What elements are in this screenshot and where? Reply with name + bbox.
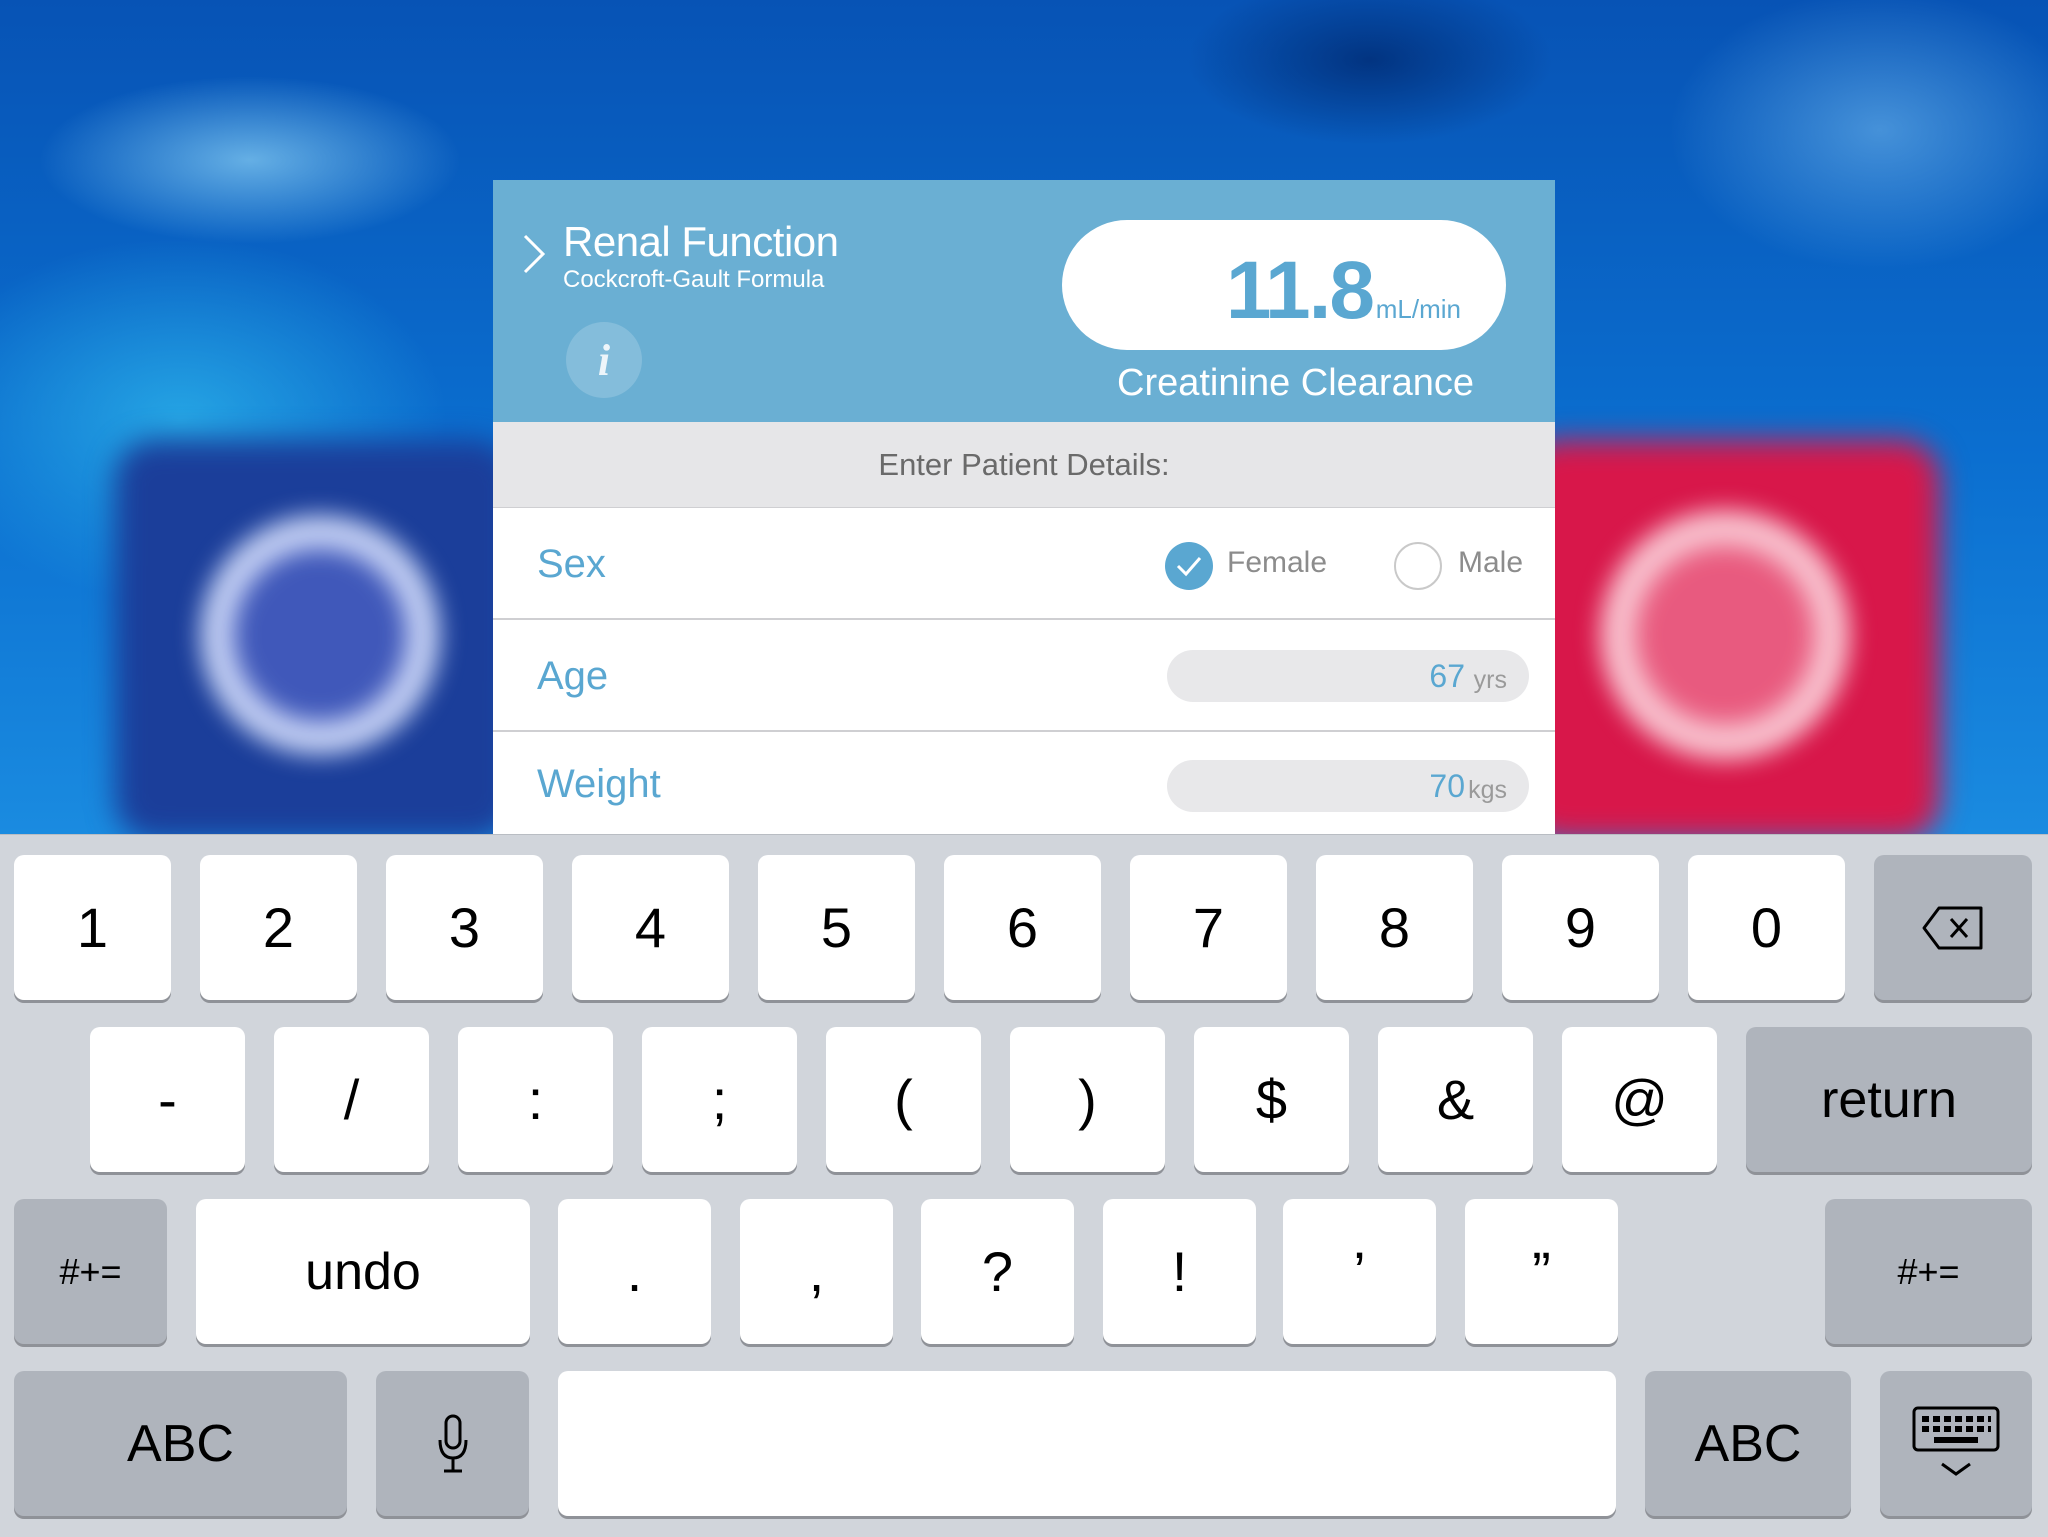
key-slash[interactable]: / (274, 1027, 429, 1172)
key-7[interactable]: 7 (1130, 855, 1287, 1000)
blurred-app-icon-right (1600, 510, 1850, 760)
age-unit: yrs (1473, 666, 1507, 694)
key-8[interactable]: 8 (1316, 855, 1473, 1000)
sex-row: Sex Female Male (493, 508, 1555, 620)
dictation-key[interactable] (376, 1371, 529, 1516)
keyboard: 1 2 3 4 5 6 7 8 9 0 - / : ; ( ) $ & @ re… (0, 834, 2048, 1537)
shift-symbols-key-right[interactable]: #+= (1825, 1199, 2032, 1344)
male-radio[interactable] (1394, 542, 1442, 590)
key-2[interactable]: 2 (200, 855, 357, 1000)
backspace-key[interactable] (1874, 855, 2032, 1000)
female-radio[interactable] (1165, 542, 1213, 590)
key-close-paren[interactable]: ) (1010, 1027, 1165, 1172)
keyboard-dismiss-key[interactable] (1880, 1371, 2032, 1516)
chevron-right-icon[interactable] (521, 232, 547, 276)
key-3[interactable]: 3 (386, 855, 543, 1000)
age-row: Age 67 yrs (493, 620, 1555, 732)
key-4[interactable]: 4 (572, 855, 729, 1000)
female-option-label[interactable]: Female (1227, 546, 1327, 580)
weight-unit: kgs (1468, 776, 1507, 804)
section-header: Enter Patient Details: (493, 422, 1555, 508)
abc-key-right[interactable]: ABC (1645, 1371, 1851, 1516)
age-input[interactable]: 67 yrs (1167, 650, 1529, 702)
key-comma[interactable]: , (740, 1199, 893, 1344)
keyboard-dismiss-icon (1912, 1406, 2000, 1476)
info-icon: i (597, 335, 611, 385)
age-label: Age (537, 654, 609, 698)
key-semicolon[interactable]: ; (642, 1027, 797, 1172)
key-6[interactable]: 6 (944, 855, 1101, 1000)
panel-header: Renal Function Cockcroft-Gault Formula i… (493, 180, 1555, 422)
key-dollar[interactable]: $ (1194, 1027, 1349, 1172)
undo-key[interactable]: undo (196, 1199, 530, 1344)
calculator-subtitle: Cockcroft-Gault Formula (563, 266, 825, 293)
info-button[interactable]: i (566, 322, 642, 398)
result-value: 11.8 (1225, 245, 1375, 336)
key-1[interactable]: 1 (14, 855, 171, 1000)
checkmark-icon (1176, 557, 1202, 577)
result-display: 11.8 mL/min (1062, 220, 1506, 350)
space-key[interactable] (558, 1371, 1616, 1516)
return-key[interactable]: return (1746, 1027, 2032, 1172)
key-apostrophe[interactable]: ’ (1283, 1199, 1436, 1344)
result-unit: mL/min (1375, 294, 1461, 324)
key-at[interactable]: @ (1562, 1027, 1717, 1172)
result-label: Creatinine Clearance (1117, 362, 1474, 404)
key-ampersand[interactable]: & (1378, 1027, 1533, 1172)
key-question[interactable]: ? (921, 1199, 1074, 1344)
calculator-title: Renal Function (563, 218, 839, 265)
shift-symbols-key-left[interactable]: #+= (14, 1199, 167, 1344)
key-exclamation[interactable]: ! (1103, 1199, 1256, 1344)
abc-key-left[interactable]: ABC (14, 1371, 347, 1516)
weight-row: Weight 70 kgs (493, 732, 1555, 834)
key-period[interactable]: . (558, 1199, 711, 1344)
calculator-panel: Renal Function Cockcroft-Gault Formula i… (493, 180, 1555, 834)
weight-input[interactable]: 70 kgs (1167, 760, 1529, 812)
key-quote[interactable]: ” (1465, 1199, 1618, 1344)
male-option-label[interactable]: Male (1458, 546, 1523, 580)
key-0[interactable]: 0 (1688, 855, 1845, 1000)
blurred-app-icon-left (200, 515, 440, 755)
key-open-paren[interactable]: ( (826, 1027, 981, 1172)
microphone-icon (438, 1414, 467, 1472)
sex-label: Sex (537, 542, 606, 586)
key-9[interactable]: 9 (1502, 855, 1659, 1000)
key-5[interactable]: 5 (758, 855, 915, 1000)
age-value: 67 (1429, 658, 1465, 694)
weight-value: 70 (1429, 768, 1465, 804)
backspace-icon (1922, 906, 1983, 949)
weight-label: Weight (537, 762, 661, 806)
key-colon[interactable]: : (458, 1027, 613, 1172)
key-hyphen[interactable]: - (90, 1027, 245, 1172)
